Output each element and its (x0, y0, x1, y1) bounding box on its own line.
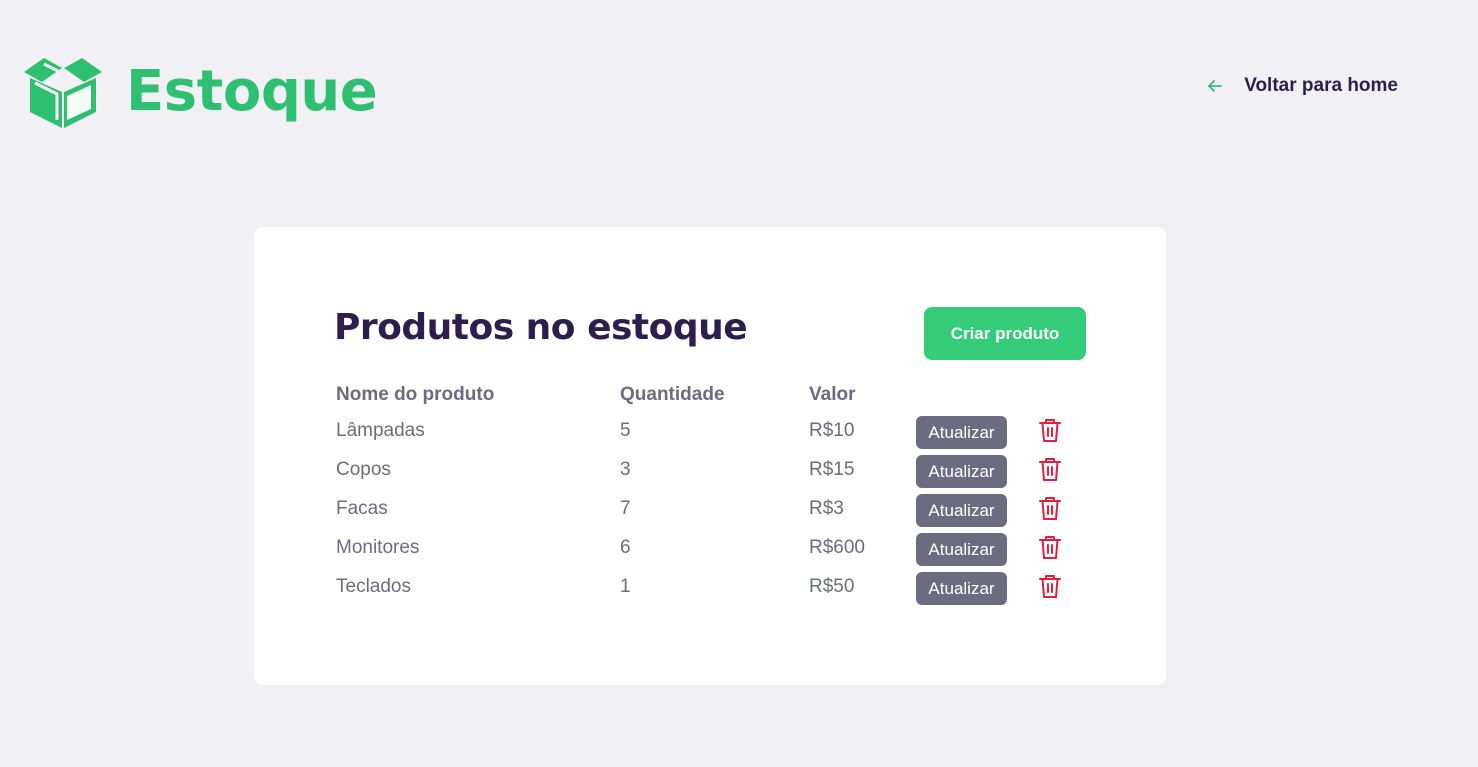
table-header: Nome do produto Quantidade Valor (336, 384, 1096, 408)
product-quantity: 5 (620, 420, 631, 441)
trash-icon (1039, 419, 1061, 442)
update-button[interactable]: Atualizar (916, 494, 1007, 527)
product-name: Teclados (336, 576, 411, 597)
product-name: Facas (336, 498, 388, 519)
logo-text: Estoque (126, 59, 378, 124)
column-header-value: Valor (809, 384, 856, 405)
product-name: Monitores (336, 537, 420, 558)
page: Estoque Voltar para home Produtos no est… (0, 0, 1478, 767)
product-value: R$3 (809, 498, 844, 519)
delete-button[interactable] (1036, 455, 1064, 483)
table-row: Lâmpadas 5 R$10 Atualizar (336, 416, 1096, 455)
table-row: Teclados 1 R$50 Atualizar (336, 572, 1096, 611)
table-row: Monitores 6 R$600 Atualizar (336, 533, 1096, 572)
product-value: R$10 (809, 420, 855, 441)
table-row: Copos 3 R$15 Atualizar (336, 455, 1096, 494)
column-header-quantity: Quantidade (620, 384, 725, 405)
product-quantity: 3 (620, 459, 631, 480)
product-value: R$50 (809, 576, 855, 597)
products-table: Nome do produto Quantidade Valor Lâmpada… (336, 384, 1096, 611)
product-value: R$600 (809, 537, 865, 558)
open-box-icon (24, 58, 102, 128)
update-button[interactable]: Atualizar (916, 572, 1007, 605)
back-link-label: Voltar para home (1244, 75, 1398, 96)
trash-icon (1039, 575, 1061, 598)
product-name: Copos (336, 459, 391, 480)
column-header-name: Nome do produto (336, 384, 495, 405)
product-quantity: 6 (620, 537, 631, 558)
create-product-button[interactable]: Criar produto (924, 307, 1086, 360)
trash-icon (1039, 497, 1061, 520)
delete-button[interactable] (1036, 494, 1064, 522)
delete-button[interactable] (1036, 416, 1064, 444)
trash-icon (1039, 536, 1061, 559)
arrow-left-icon (1208, 80, 1223, 92)
product-value: R$15 (809, 459, 855, 480)
back-to-home-link[interactable]: Voltar para home (1207, 75, 1398, 97)
page-title: Produtos no estoque (334, 307, 748, 348)
update-button[interactable]: Atualizar (916, 533, 1007, 566)
logo: Estoque (22, 54, 378, 130)
trash-icon (1039, 458, 1061, 481)
update-button[interactable]: Atualizar (916, 455, 1007, 488)
products-card: Produtos no estoque Criar produto Nome d… (254, 227, 1166, 685)
product-quantity: 1 (620, 576, 631, 597)
delete-button[interactable] (1036, 572, 1064, 600)
table-row: Facas 7 R$3 Atualizar (336, 494, 1096, 533)
product-quantity: 7 (620, 498, 631, 519)
update-button[interactable]: Atualizar (916, 416, 1007, 449)
product-name: Lâmpadas (336, 420, 425, 441)
delete-button[interactable] (1036, 533, 1064, 561)
